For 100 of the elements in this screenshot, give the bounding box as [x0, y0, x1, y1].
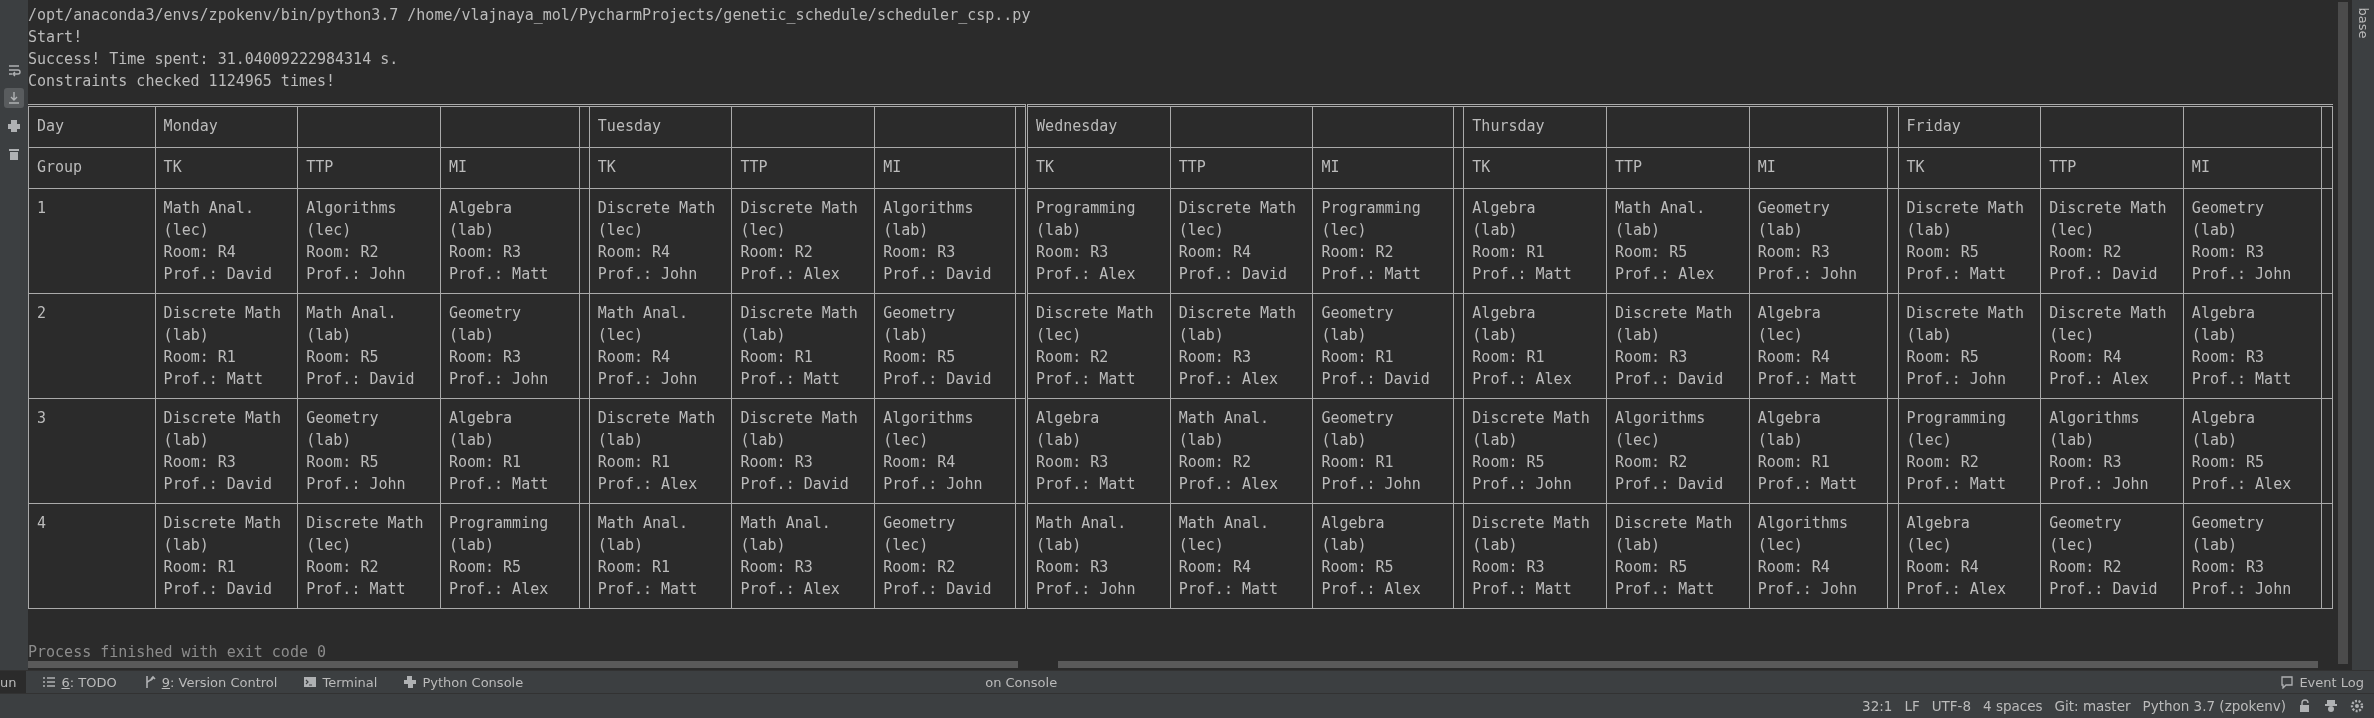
table-header: MI — [1757, 158, 1776, 176]
table-cell: Geometry (lab) Room: R3 Prof.: John — [1757, 199, 1857, 283]
table-cell: Math Anal. (lec) Room: R4 Prof.: John — [597, 304, 698, 388]
table-header: Friday — [1906, 117, 1961, 135]
gear-icon[interactable] — [2350, 699, 2364, 713]
table-cell: Algebra (lab) Room: R1 Prof.: Matt — [448, 409, 549, 493]
table-cell: Geometry (lab) Room: R5 Prof.: David — [883, 304, 992, 388]
console-output-line: /opt/anaconda3/envs/zpokenv/bin/python3.7 /home/vlajnaya_mol/PycharmProjects/genetic_schedule/scheduler_csp..py — [28, 5, 1031, 26]
horizontal-scrollbar[interactable] — [1058, 661, 2318, 668]
table-cell: Algebra (lec) Room: R4 Prof.: Alex — [1906, 514, 2006, 598]
side-panel-tab[interactable]: base — [2356, 7, 2370, 39]
tool-window-tab[interactable]: Terminal — [293, 671, 388, 693]
table-cell: Math Anal. (lab) Room: R5 Prof.: Alex — [1615, 199, 1715, 283]
table-cell: Algebra (lab) Room: R3 Prof.: Matt — [1036, 409, 1136, 493]
console-output-line: Start! — [28, 27, 83, 48]
table-cell: Algorithms (lab) Room: R3 Prof.: David — [883, 199, 992, 283]
status-item[interactable]: Git: master — [2054, 698, 2131, 714]
table-header: MI — [1321, 158, 1340, 176]
table-cell: Discrete Math (lab) Room: R3 Prof.: David — [163, 409, 281, 493]
status-item[interactable]: LF — [1904, 698, 1920, 714]
table-header: TTP — [740, 158, 768, 176]
event-log-tab[interactable]: Event Log — [2270, 671, 2374, 693]
table-cell: Math Anal. (lab) Room: R5 Prof.: David — [306, 304, 415, 388]
table-header: Monday — [163, 117, 218, 135]
table-cell: Geometry (lab) Room: R1 Prof.: John — [1321, 409, 1421, 493]
terminal-icon — [303, 675, 318, 689]
table-cell: Geometry (lab) Room: R1 Prof.: David — [1321, 304, 1430, 388]
person-icon[interactable] — [2324, 699, 2338, 713]
table-cell: Geometry (lab) Room: R5 Prof.: John — [306, 409, 406, 493]
table-cell: Programming (lec) Room: R2 Prof.: Matt — [1321, 199, 1421, 283]
table-cell: 2 — [37, 304, 47, 322]
table-cell: Math Anal. (lec) Room: R4 Prof.: Matt — [1178, 514, 1279, 598]
table-cell: Discrete Math (lec) Room: R4 Prof.: Alex — [2049, 304, 2167, 388]
table-cell: Discrete Math (lab) Room: R3 Prof.: Matt — [1472, 514, 1590, 598]
table-cell: Programming (lab) Room: R3 Prof.: Alex — [1036, 199, 1136, 283]
table-cell: Algebra (lab) Room: R1 Prof.: Alex — [1472, 304, 1572, 388]
tool-window-tab[interactable]: un — [0, 671, 27, 693]
table-cell: Discrete Math (lab) Room: R3 Prof.: Alex — [1178, 304, 1297, 388]
table-cell: Discrete Math (lab) Room: R3 Prof.: David — [1615, 304, 1733, 388]
status-item[interactable]: 32:1 — [1862, 698, 1893, 714]
tool-window-tab[interactable]: on Console — [979, 674, 1064, 690]
table-cell: Discrete Math (lab) Room: R1 Prof.: Matt — [163, 304, 281, 388]
table-cell: Geometry (lec) Room: R2 Prof.: David — [2049, 514, 2158, 598]
vertical-scrollbar[interactable] — [2338, 2, 2348, 664]
table-cell: Discrete Math (lab) Room: R5 Prof.: John — [1472, 409, 1590, 493]
table-cell: Discrete Math (lec) Room: R4 Prof.: John — [597, 199, 716, 283]
table-cell: Discrete Math (lec) Room: R2 Prof.: Alex — [740, 199, 858, 283]
list-icon — [42, 675, 57, 689]
table-cell: Math Anal. (lab) Room: R2 Prof.: Alex — [1178, 409, 1279, 493]
table-cell: Algebra (lab) Room: R1 Prof.: Matt — [1472, 199, 1572, 283]
padlock-icon[interactable] — [2298, 699, 2312, 713]
tool-window-tab[interactable]: Python Console — [393, 671, 534, 693]
table-cell: Algebra (lab) Room: R3 Prof.: Matt — [448, 199, 549, 283]
table-cell: Algebra (lab) Room: R5 Prof.: Alex — [2191, 409, 2292, 493]
table-header: TK — [1906, 158, 1925, 176]
table-cell: Geometry (lab) Room: R3 Prof.: John — [2191, 514, 2292, 598]
console-output-line: Process finished with exit code 0 — [28, 643, 326, 661]
table-cell: Math Anal. (lab) Room: R3 Prof.: Alex — [740, 514, 840, 598]
horizontal-scrollbar[interactable] — [28, 661, 1018, 668]
table-cell: Discrete Math (lec) Room: R4 Prof.: David — [1178, 199, 1297, 283]
table-cell: Geometry (lec) Room: R2 Prof.: David — [883, 514, 992, 598]
table-cell: Algorithms (lec) Room: R2 Prof.: John — [306, 199, 406, 283]
console-output-line: Constraints checked 1124965 times! — [28, 71, 336, 92]
table-cell: Algebra (lab) Room: R5 Prof.: Alex — [1321, 514, 1421, 598]
table-header: MI — [2191, 158, 2210, 176]
table-cell: Discrete Math (lab) Room: R5 Prof.: John — [1906, 304, 2024, 388]
table-header: TK — [1472, 158, 1491, 176]
table-cell: 4 — [37, 514, 47, 532]
table-cell: Discrete Math (lab) Room: R3 Prof.: David — [740, 409, 858, 493]
table-cell: Discrete Math (lab) Room: R1 Prof.: Matt — [740, 304, 858, 388]
table-header: MI — [883, 158, 902, 176]
table-cell: Algebra (lab) Room: R1 Prof.: Matt — [1757, 409, 1857, 493]
table-header: Day — [37, 117, 65, 135]
table-cell: Math Anal. (lab) Room: R1 Prof.: Matt — [597, 514, 698, 598]
table-header: MI — [448, 158, 467, 176]
table-cell: Math Anal. (lec) Room: R4 Prof.: David — [163, 199, 272, 283]
table-cell: Discrete Math (lab) Room: R1 Prof.: David — [163, 514, 281, 598]
table-cell: Algorithms (lec) Room: R4 Prof.: John — [883, 409, 983, 493]
table-cell: Math Anal. (lab) Room: R3 Prof.: John — [1036, 514, 1136, 598]
table-cell: Programming (lec) Room: R2 Prof.: Matt — [1906, 409, 2006, 493]
tool-window-tab[interactable]: 6: TODO — [32, 671, 127, 693]
table-cell: Algorithms (lec) Room: R2 Prof.: David — [1615, 409, 1724, 493]
status-item[interactable]: Python 3.7 (zpokenv) — [2142, 698, 2286, 714]
table-header: TTP — [306, 158, 334, 176]
status-item[interactable]: 4 spaces — [1983, 698, 2043, 714]
table-cell: Discrete Math (lec) Room: R2 Prof.: David — [2049, 199, 2167, 283]
speech-bubble-icon — [2280, 675, 2295, 689]
table-cell: Discrete Math (lab) Room: R5 Prof.: Matt — [1906, 199, 2024, 283]
table-header: TTP — [1615, 158, 1643, 176]
table-cell: Programming (lab) Room: R5 Prof.: Alex — [448, 514, 549, 598]
status-item[interactable]: UTF-8 — [1931, 698, 1972, 714]
table-cell: Discrete Math (lab) Room: R5 Prof.: Matt — [1615, 514, 1733, 598]
table-cell: Algebra (lec) Room: R4 Prof.: Matt — [1757, 304, 1857, 388]
table-cell: Discrete Math (lec) Room: R2 Prof.: Matt — [1036, 304, 1154, 388]
table-cell: Algebra (lab) Room: R3 Prof.: Matt — [2191, 304, 2292, 388]
table-header: Tuesday — [597, 117, 662, 135]
tool-window-tab[interactable]: 9: Version Control — [132, 671, 288, 693]
table-header: Wednesday — [1036, 117, 1118, 135]
table-cell: 3 — [37, 409, 47, 427]
table-header: TTP — [1178, 158, 1206, 176]
